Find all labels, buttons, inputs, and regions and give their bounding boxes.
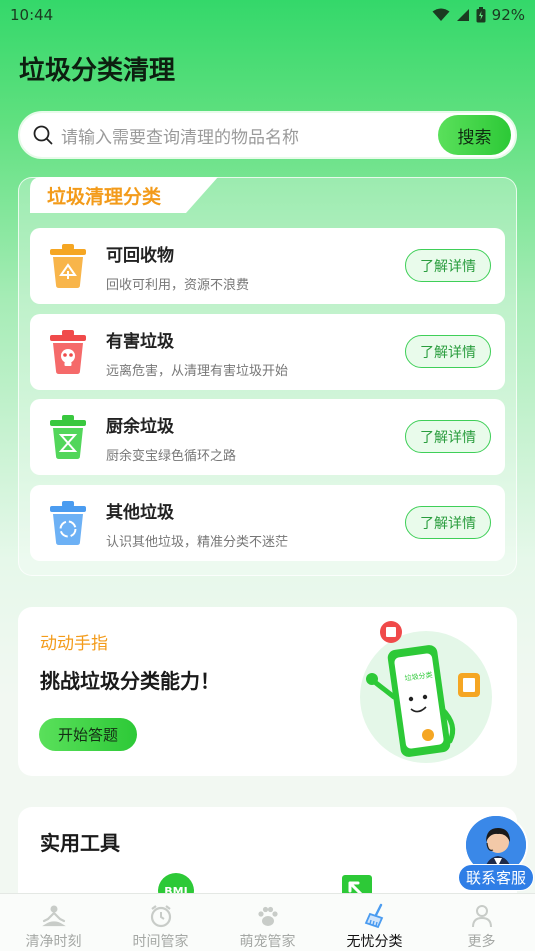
- category-name: 有害垃圾: [106, 332, 174, 352]
- challenge-title: 挑战垃圾分类能力！: [40, 669, 220, 693]
- learn-more-button[interactable]: 了解详情: [405, 335, 491, 368]
- paw-icon: [257, 906, 278, 926]
- wifi-icon: [432, 8, 450, 21]
- customer-service-button[interactable]: 联系客服: [458, 814, 534, 894]
- category-desc: 厨余变宝绿色循环之路: [106, 449, 237, 464]
- search-button[interactable]: 搜索: [438, 115, 511, 155]
- category-desc: 远离危害，从清理有害垃圾开始: [106, 364, 289, 379]
- nav-label: 清净时刻: [25, 934, 82, 950]
- category-name: 厨余垃圾: [106, 417, 174, 437]
- nav-item-time[interactable]: 时间管家: [107, 894, 214, 951]
- hazard-bin-icon: [50, 330, 86, 374]
- nav-label: 时间管家: [132, 934, 189, 950]
- category-card-kitchen[interactable]: 厨余垃圾 厨余变宝绿色循环之路 了解详情: [30, 399, 505, 475]
- other-bin-icon: [50, 501, 86, 545]
- nav-label: 更多: [467, 934, 496, 950]
- nav-item-pet[interactable]: 萌宠管家: [214, 894, 321, 951]
- search-input[interactable]: 请输入需要查询清理的物品名称: [61, 123, 438, 148]
- meditation-icon: [41, 905, 66, 927]
- customer-service-label: 联系客服: [458, 864, 534, 891]
- category-desc: 认识其他垃圾，精准分类不迷茫: [106, 535, 289, 550]
- category-card-hazardous[interactable]: 有害垃圾 远离危害，从清理有害垃圾开始 了解详情: [30, 314, 505, 390]
- nav-item-sort[interactable]: 无忧分类: [321, 894, 428, 951]
- learn-more-button[interactable]: 了解详情: [405, 249, 491, 282]
- tools-title: 实用工具: [40, 831, 120, 855]
- nav-item-more[interactable]: 更多: [428, 894, 535, 951]
- alarm-clock-icon: [150, 905, 171, 928]
- battery-level: 92%: [491, 6, 525, 24]
- start-quiz-button[interactable]: 开始答题: [39, 718, 137, 751]
- category-card-recyclable[interactable]: 可回收物 回收可利用，资源不浪费 了解详情: [30, 228, 505, 304]
- quiz-challenge-card[interactable]: 动动手指 挑战垃圾分类能力！ 开始答题 垃圾分类: [18, 607, 517, 776]
- signal-icon: [456, 9, 469, 21]
- category-desc: 回收可利用，资源不浪费: [106, 278, 250, 293]
- person-icon: [471, 905, 492, 928]
- search-icon: [33, 125, 53, 145]
- bottom-nav: 清净时刻 时间管家 萌宠管家 无忧分类 更多: [0, 893, 535, 951]
- battery-icon: [476, 7, 486, 23]
- broom-icon: [364, 903, 383, 929]
- challenge-subtitle: 动动手指: [40, 634, 108, 654]
- learn-more-button[interactable]: 了解详情: [405, 420, 491, 453]
- learn-more-button[interactable]: 了解详情: [405, 506, 491, 539]
- category-name: 可回收物: [106, 246, 174, 266]
- category-panel-title: 垃圾清理分类: [47, 186, 162, 208]
- phone-mascot-illustration: 垃圾分类: [360, 621, 492, 763]
- status-bar: 10:44 92%: [0, 0, 535, 30]
- page-title: 垃圾分类清理: [19, 56, 176, 86]
- kitchen-bin-icon: [50, 415, 86, 459]
- search-bar[interactable]: 请输入需要查询清理的物品名称 搜索: [18, 111, 517, 159]
- nav-label: 萌宠管家: [239, 934, 296, 950]
- category-card-other[interactable]: 其他垃圾 认识其他垃圾，精准分类不迷茫 了解详情: [30, 485, 505, 561]
- category-name: 其他垃圾: [106, 503, 174, 523]
- recycle-bin-icon: [50, 244, 86, 288]
- status-icons: 92%: [432, 6, 525, 24]
- nav-label: 无忧分类: [346, 934, 403, 950]
- nav-item-meditation[interactable]: 清净时刻: [0, 894, 107, 951]
- status-time: 10:44: [10, 6, 54, 24]
